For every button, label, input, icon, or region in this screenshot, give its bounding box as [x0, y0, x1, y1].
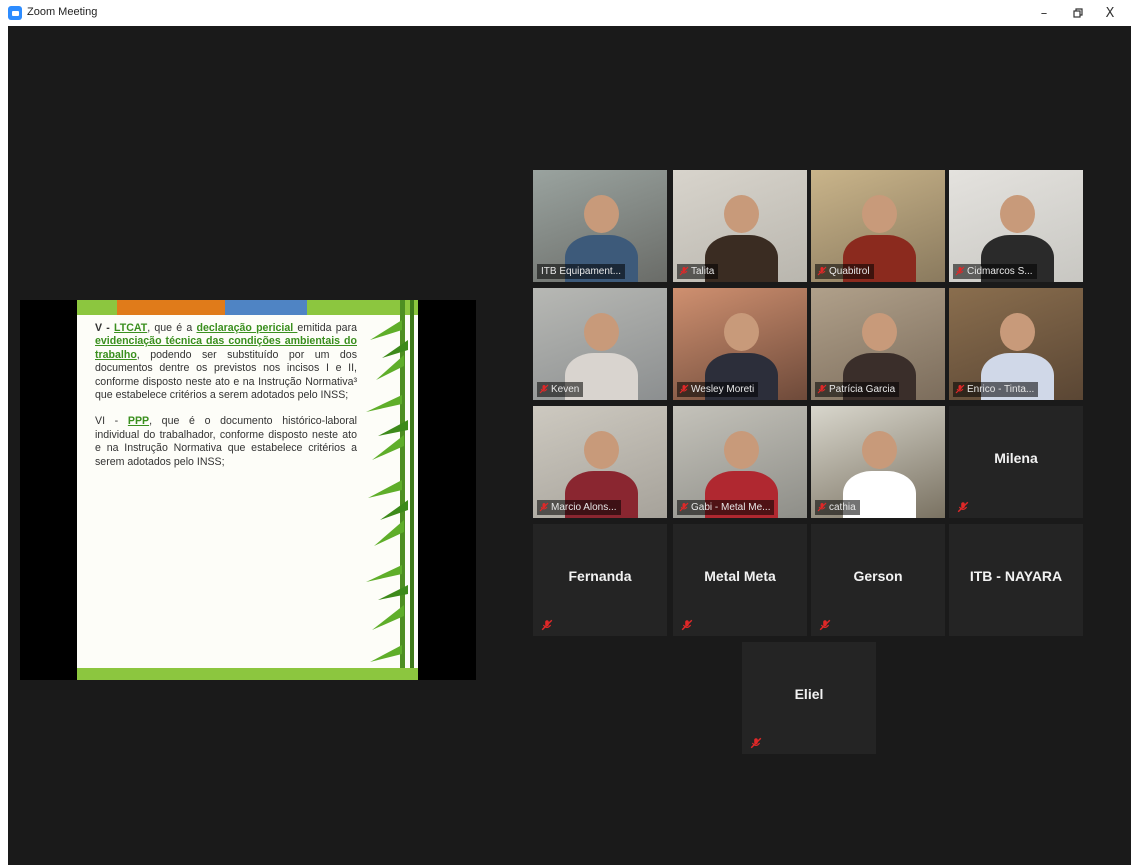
participant-tile[interactable]: Marcio Alons... [533, 406, 667, 518]
participant-name-label: Marcio Alons... [537, 500, 621, 515]
muted-mic-icon [679, 502, 689, 512]
title-bar: Zoom Meeting – X [0, 0, 1131, 26]
participant-name: ITB Equipament... [541, 266, 622, 277]
participant-name: Cidmarcos S... [967, 266, 1033, 277]
slide-text-run: V - [95, 322, 115, 334]
participant-tile[interactable]: Talita [673, 170, 807, 282]
muted-mic-icon [817, 266, 827, 276]
participant-name: Keven [551, 384, 580, 395]
slide-text-run: emitida para [297, 322, 357, 334]
muted-mic-icon [539, 384, 549, 394]
slide-keyword-ltcat: LTCAT [114, 322, 148, 334]
participant-tile[interactable]: Quabitrol [811, 170, 945, 282]
participant-name: Enrico - Tinta... [967, 384, 1035, 395]
participant-name-label: Enrico - Tinta... [953, 382, 1039, 397]
muted-mic-icon [681, 619, 693, 631]
participant-tile[interactable]: Wesley Moreti [673, 288, 807, 400]
restore-icon [1073, 8, 1083, 18]
participant-tile[interactable]: ITB Equipament... [533, 170, 667, 282]
muted-mic-icon [819, 619, 831, 631]
participant-name: Quabitrol [829, 266, 870, 277]
participant-tile[interactable]: Cidmarcos S... [949, 170, 1083, 282]
bamboo-decoration [366, 300, 414, 680]
presentation-slide: V - LTCAT, que é a declaração pericial e… [77, 300, 418, 680]
muted-mic-icon [679, 266, 689, 276]
slide-text-run: VI - [95, 415, 128, 428]
participant-name: Patrícia Garcia [829, 384, 896, 395]
muted-mic-icon [750, 737, 762, 749]
participant-name: Milena [994, 450, 1038, 466]
slide-paragraph-ltcat: V - LTCAT, que é a declaração pericial e… [95, 322, 357, 402]
participant-name-label: cathia [815, 500, 860, 515]
muted-mic-icon [817, 384, 827, 394]
slide-text-run: , que é a [147, 322, 197, 334]
slide-keyword-ppp: PPP [127, 415, 150, 428]
slide-header-stripe [117, 300, 225, 315]
minimize-button[interactable]: – [1031, 2, 1057, 24]
participant-tile[interactable]: Fernanda [533, 524, 667, 636]
participant-name: Wesley Moreti [691, 384, 755, 395]
participant-name-label: Patrícia Garcia [815, 382, 900, 397]
participant-name: Gerson [853, 568, 903, 584]
participant-name: Eliel [794, 686, 824, 702]
participant-name-label: Gabi - Metal Me... [677, 500, 775, 515]
participant-name-label: Keven [537, 382, 584, 397]
muted-mic-icon [957, 501, 969, 513]
participant-tile[interactable]: Gerson [811, 524, 945, 636]
participant-name: cathia [829, 502, 856, 513]
participant-tile[interactable]: Milena [949, 406, 1083, 518]
participant-name: Gabi - Metal Me... [691, 502, 771, 513]
muted-mic-icon [679, 384, 689, 394]
participant-tile[interactable]: Metal Meta [673, 524, 807, 636]
muted-mic-icon [817, 502, 827, 512]
muted-mic-icon [955, 266, 965, 276]
participant-tile[interactable]: Gabi - Metal Me... [673, 406, 807, 518]
zoom-app-icon [8, 6, 22, 20]
slide-footer-stripe [77, 668, 418, 680]
participant-tile[interactable]: Keven [533, 288, 667, 400]
meeting-stage: V - LTCAT, que é a declaração pericial e… [8, 26, 1131, 865]
participant-name-label: Quabitrol [815, 264, 874, 279]
muted-mic-icon [955, 384, 965, 394]
muted-mic-icon [541, 619, 553, 631]
slide-body-text: V - LTCAT, que é a declaração pericial e… [95, 322, 357, 482]
participant-tile[interactable]: Eliel [742, 642, 876, 754]
participant-name-label: Talita [677, 264, 719, 279]
slide-header-stripe [225, 300, 307, 315]
participant-tile[interactable]: ITB - NAYARA [949, 524, 1083, 636]
muted-mic-icon [539, 502, 549, 512]
participant-name: Marcio Alons... [551, 502, 617, 513]
slide-keyword-declaracao: declaração pericial [196, 322, 298, 334]
participant-tile[interactable]: Enrico - Tinta... [949, 288, 1083, 400]
participant-name: Talita [691, 266, 715, 277]
shared-screen[interactable]: V - LTCAT, que é a declaração pericial e… [20, 300, 476, 680]
participant-tile[interactable]: cathia [811, 406, 945, 518]
close-button[interactable]: X [1097, 2, 1123, 24]
restore-button[interactable] [1065, 2, 1091, 24]
window-title: Zoom Meeting [27, 6, 98, 18]
participant-tile[interactable]: Patrícia Garcia [811, 288, 945, 400]
participant-name: Metal Meta [704, 568, 776, 584]
participant-name-label: Wesley Moreti [677, 382, 759, 397]
slide-paragraph-ppp: VI - PPP, que é o documento histórico-la… [95, 415, 357, 469]
participant-name: ITB - NAYARA [969, 568, 1063, 584]
participant-name-label: Cidmarcos S... [953, 264, 1037, 279]
participant-name: Fernanda [568, 568, 632, 584]
slide-header-stripe [77, 300, 117, 315]
participant-name-label: ITB Equipament... [537, 264, 626, 279]
